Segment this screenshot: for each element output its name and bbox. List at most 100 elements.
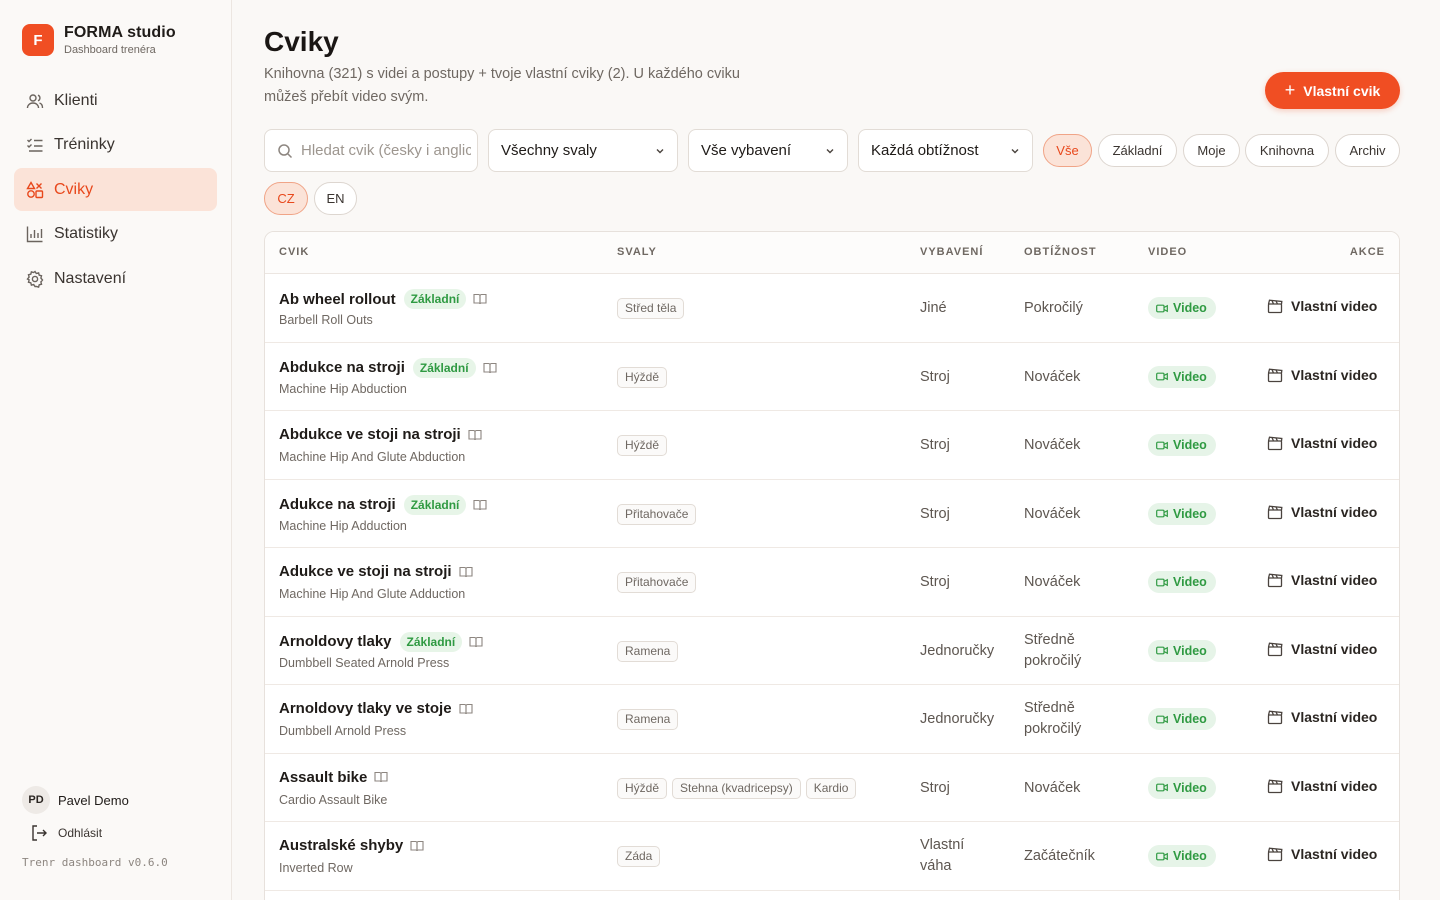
exercise-name[interactable]: Abdukce ve stoji na stroji [279, 426, 461, 443]
equipment-cell: Jednoručky [920, 642, 995, 659]
book-icon[interactable] [459, 566, 473, 578]
exercise-english-name: Barbell Roll Outs [279, 313, 373, 327]
custom-video-button[interactable]: Vlastní video [1267, 709, 1377, 725]
custom-video-button[interactable]: Vlastní video [1267, 504, 1377, 520]
equipment-cell: Stroj [920, 779, 950, 796]
sidebar-item-statistiky[interactable]: Statistiky [14, 213, 217, 256]
column-header-exercise: CVIK [279, 246, 310, 258]
filter-pill-mine[interactable]: Moje [1183, 134, 1240, 167]
table-row[interactable]: Arnoldovy tlaky ve stoje Dumbbell Arnold … [265, 685, 1399, 754]
custom-video-button[interactable]: Vlastní video [1267, 641, 1377, 657]
exercise-name[interactable]: Assault bike [279, 769, 367, 786]
sidebar-item-cviky[interactable]: Cviky [14, 168, 217, 211]
brand[interactable]: F FORMA studio Dashboard trenéra [22, 24, 176, 56]
filter-pill-archive[interactable]: Archiv [1335, 134, 1400, 167]
video-badge[interactable]: Video [1148, 365, 1216, 388]
sidebar-nav: Klienti Tréninky Cviky Statistiky Nastav… [14, 79, 217, 302]
exercise-name[interactable]: Arnoldovy tlaky ve stoje [279, 700, 452, 717]
exercise-name[interactable]: Ab wheel rollout [279, 291, 396, 308]
checklist-icon [26, 136, 44, 154]
book-icon[interactable] [459, 703, 473, 715]
custom-video-button[interactable]: Vlastní video [1267, 778, 1377, 794]
custom-video-button[interactable]: Vlastní video [1267, 367, 1377, 383]
muscle-tags: Přitahovače [617, 572, 701, 593]
muscle-tag: Záda [617, 846, 661, 867]
table-row[interactable]: Abdukce na stroji Základní Machine Hip Abd… [265, 343, 1399, 411]
book-icon[interactable] [473, 499, 487, 511]
filter-pill-all[interactable]: Vše [1043, 134, 1092, 167]
book-icon[interactable] [468, 429, 482, 441]
video-badge[interactable]: Video [1148, 708, 1216, 730]
muscle-tag: Střed těla [617, 298, 685, 319]
exercise-name[interactable]: Abdukce na stroji [279, 359, 405, 376]
add-custom-exercise-button[interactable]: + Vlastní cvik [1265, 72, 1400, 109]
sidebar-item-treninky[interactable]: Tréninky [14, 124, 217, 167]
custom-video-label: Vlastní video [1291, 503, 1378, 520]
book-icon[interactable] [410, 840, 424, 852]
video-camera-icon [1156, 715, 1168, 723]
column-header-equipment: VYBAVENÍ [920, 246, 984, 258]
custom-video-button[interactable]: Vlastní video [1267, 846, 1377, 862]
muscle-tags: Přitahovače [617, 503, 701, 525]
lang-pill-cz[interactable]: CZ [264, 182, 308, 215]
custom-video-button[interactable]: Vlastní video [1267, 572, 1377, 588]
table-row[interactable]: Arnoldovy tlaky Základní Dumbbell Seated A… [265, 617, 1399, 685]
main-content: Cviky Knihovna (321) s videi a postupy +… [232, 0, 1440, 900]
book-icon[interactable] [469, 636, 483, 648]
exercise-english-name: Cardio Assault Bike [279, 792, 388, 807]
logout-button[interactable]: Odhlásit [30, 824, 102, 842]
book-icon[interactable] [482, 362, 497, 374]
muscle-tag: Kardio [805, 777, 857, 799]
sidebar-item-klienti[interactable]: Klienti [14, 79, 217, 122]
exercise-name[interactable]: Australské shyby [279, 837, 403, 854]
exercise-name-cell: Arnoldovy tlaky Základní [279, 631, 483, 652]
muscles-select[interactable]: Všechny svaly [488, 129, 678, 172]
brand-name: FORMA studio [64, 24, 176, 41]
lang-pill-en[interactable]: EN [314, 182, 357, 215]
equipment-cell: Stroj [920, 574, 950, 590]
table-row[interactable]: Abdukce ve stoji na stroji Machine Hip An… [265, 411, 1399, 480]
video-badge[interactable]: Video [1148, 571, 1216, 593]
exercises-table: CVIK SVALY VYBAVENÍ OBTÍŽNOST VIDEO AKCE… [264, 231, 1400, 900]
table-row[interactable]: Adukce ve stoji na stroji Machine Hip And… [265, 548, 1399, 617]
exercise-name-cell: Arnoldovy tlaky ve stoje [279, 700, 473, 717]
search-input[interactable] [301, 142, 471, 159]
book-icon[interactable] [473, 293, 487, 305]
exercise-name[interactable]: Adukce ve stoji na stroji [279, 563, 452, 580]
column-header-muscles: SVALY [617, 246, 657, 258]
table-row[interactable]: Ab wheel rollout Základní Barbell Roll Out… [265, 274, 1399, 343]
video-badge[interactable]: Video [1148, 845, 1216, 867]
video-badge[interactable]: Video [1148, 502, 1216, 525]
muscles-select-value: Všechny svaly [501, 142, 597, 159]
clapperboard-icon [1267, 299, 1283, 314]
user-profile[interactable]: PD Pavel Demo [22, 786, 129, 814]
muscle-tag: Hýždě [617, 435, 668, 456]
custom-video-button[interactable]: Vlastní video [1267, 435, 1377, 451]
video-badge[interactable]: Video [1148, 434, 1216, 456]
book-icon[interactable] [374, 771, 388, 783]
users-icon [26, 92, 44, 110]
video-camera-icon [1156, 441, 1168, 449]
exercise-name[interactable]: Arnoldovy tlaky [279, 633, 392, 650]
sidebar-item-nastaveni[interactable]: Nastavení [14, 257, 217, 300]
exercise-name-cell: Australské shyby [279, 837, 424, 854]
muscle-tags: Ramena [617, 709, 683, 730]
table-row[interactable]: Australské shyby Inverted Row Záda Vlastní … [265, 822, 1399, 891]
equipment-select[interactable]: Vše vybavení [688, 129, 848, 172]
video-badge[interactable]: Video [1148, 639, 1216, 662]
table-row[interactable]: Adukce na stroji Základní Machine Hip Addu… [265, 480, 1399, 548]
difficulty-cell: Pokročilý [1024, 300, 1083, 316]
custom-video-button[interactable]: Vlastní video [1267, 298, 1377, 314]
video-camera-icon [1156, 646, 1168, 655]
video-badge[interactable]: Video [1148, 776, 1216, 799]
video-camera-icon [1156, 372, 1168, 381]
exercise-name-cell: Abdukce na stroji Základní [279, 357, 497, 378]
basic-tag: Základní [399, 631, 463, 652]
search-box[interactable] [264, 129, 478, 172]
filter-pill-basic[interactable]: Základní [1098, 134, 1177, 167]
table-row[interactable]: Assault bike Cardio Assault Bike Hýždě Steh… [265, 754, 1399, 822]
difficulty-select[interactable]: Každá obtížnost [858, 129, 1033, 172]
video-badge[interactable]: Video [1148, 297, 1216, 319]
filter-pill-library[interactable]: Knihovna [1245, 134, 1329, 167]
exercise-name[interactable]: Adukce na stroji [279, 496, 396, 513]
